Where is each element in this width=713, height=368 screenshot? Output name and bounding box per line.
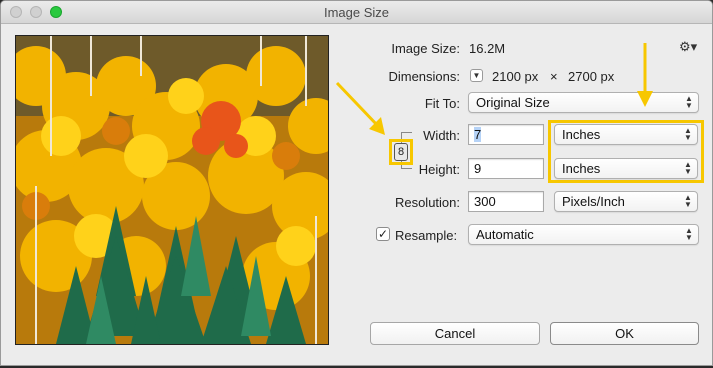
title-bar: Image Size <box>1 1 712 24</box>
fit-to-select[interactable]: Original Size ▲ ▼ <box>468 92 699 113</box>
up-down-chevron-icon: ▲ ▼ <box>684 126 692 142</box>
dimensions-times: × <box>550 69 558 84</box>
resolution-input-value: 300 <box>474 194 496 209</box>
dimensions-label: Dimensions: <box>388 69 460 84</box>
dimensions-height-value: 2700 px <box>568 69 615 84</box>
annotation-arrow-diagonal <box>335 81 385 135</box>
resample-label: Resample: <box>395 228 458 243</box>
height-label: Height: <box>418 162 460 177</box>
resample-checkbox[interactable]: ✓ <box>376 227 390 241</box>
checkmark-icon: ✓ <box>377 227 389 241</box>
fit-to-label: Fit To: <box>424 96 460 111</box>
height-input-value: 9 <box>474 161 482 176</box>
width-unit-value: Inches <box>562 127 601 142</box>
up-down-chevron-icon: ▲ ▼ <box>684 160 692 176</box>
up-down-chevron-icon: ▲ ▼ <box>685 226 693 242</box>
up-down-chevron-icon: ▲ ▼ <box>684 193 692 209</box>
fit-to-select-value: Original Size <box>476 95 550 110</box>
triangle-down-icon[interactable]: ▼ <box>470 69 483 82</box>
resolution-unit-value: Pixels/Inch <box>562 194 625 209</box>
resolution-input[interactable]: 300 <box>468 191 544 212</box>
height-input[interactable]: 9 <box>468 158 544 179</box>
resolution-unit-select[interactable]: Pixels/Inch ▲ ▼ <box>554 191 698 212</box>
image-size-value: 16.2M <box>469 41 506 56</box>
up-down-chevron-icon: ▲ ▼ <box>685 94 693 110</box>
window-title: Image Size <box>323 5 390 20</box>
resample-select[interactable]: Automatic ▲ ▼ <box>468 224 699 245</box>
cancel-button[interactable]: Cancel <box>370 322 540 345</box>
resample-select-value: Automatic <box>476 227 534 242</box>
dimensions-width-value: 2100 px <box>492 69 539 84</box>
width-input[interactable]: 7 <box>468 124 544 145</box>
height-unit-select[interactable]: Inches ▲ ▼ <box>554 158 698 179</box>
image-size-label: Image Size: <box>391 41 460 56</box>
height-unit-value: Inches <box>562 161 601 176</box>
ok-button[interactable]: OK <box>550 322 699 345</box>
width-unit-select[interactable]: Inches ▲ ▼ <box>554 124 698 145</box>
width-label: Width: <box>423 128 460 143</box>
image-size-dialog: Image Size Image Size: 16.2M ⚙▾ Dimensio… <box>0 0 713 366</box>
chain-link-icon[interactable]: 8 <box>394 143 408 161</box>
width-input-value: 7 <box>474 127 482 142</box>
resolution-label: Resolution: <box>394 195 460 210</box>
gear-icon[interactable]: ⚙▾ <box>679 39 697 55</box>
image-preview[interactable] <box>15 35 329 345</box>
annotation-arrow-down <box>637 43 653 107</box>
